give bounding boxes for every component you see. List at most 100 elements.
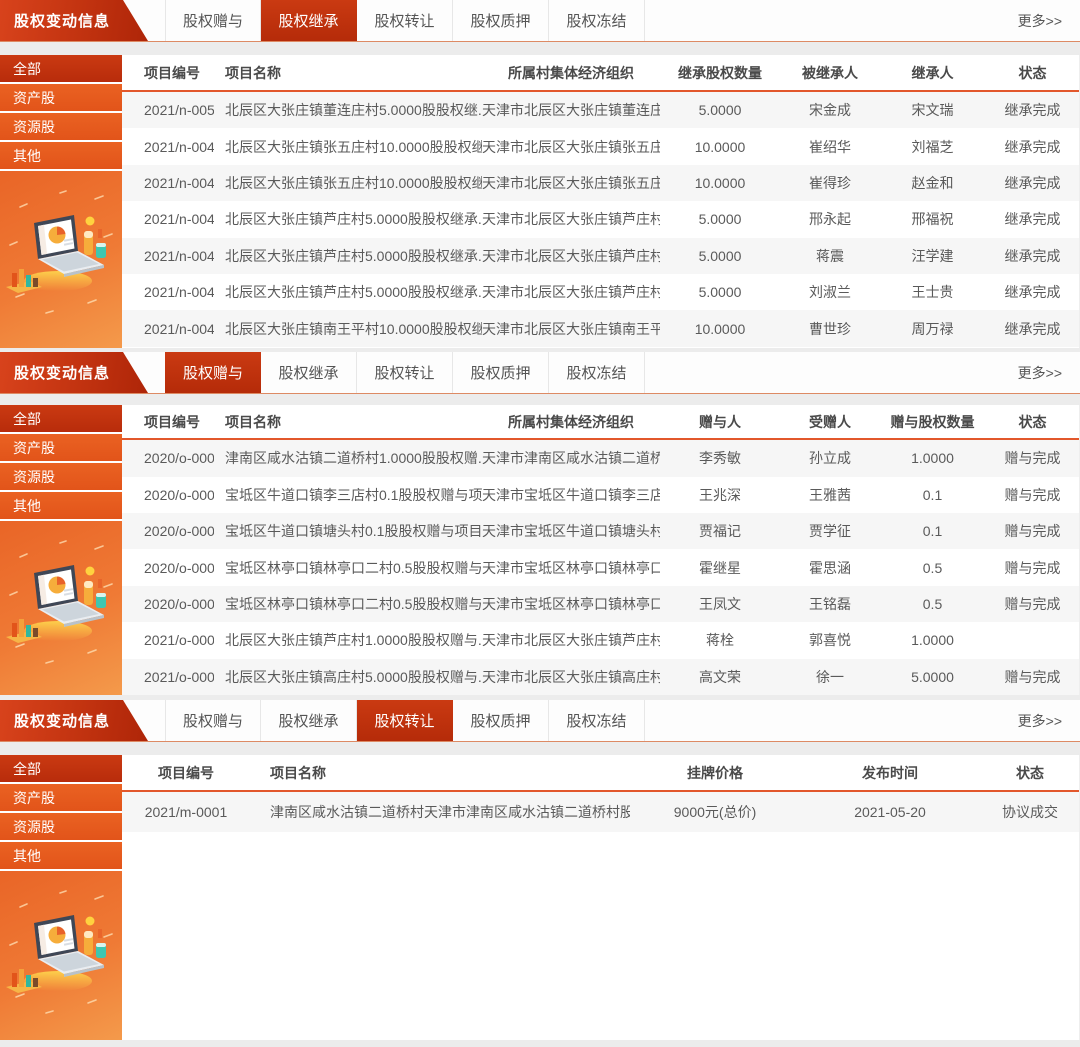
table-cell: 1.0000 (880, 450, 985, 466)
table-cell: 5.0000 (660, 284, 780, 300)
tab-4[interactable]: 股权质押 (453, 700, 549, 741)
gift-table: 项目编号项目名称所属村集体经济组织赠与人受赠人赠与股权数量状态 2020/o-0… (122, 405, 1080, 695)
table-row[interactable]: 2021/o-0007北辰区大张庄镇芦庄村1.0000股股权赠与...天津市北辰… (122, 622, 1079, 658)
table-cell: 北辰区大张庄镇芦庄村5.0000股股权继承... (214, 282, 482, 302)
sidebar-item-3[interactable]: 资源股 (0, 463, 122, 492)
table-row[interactable]: 2021/m-0001津南区咸水沽镇二道桥村天津市津南区咸水沽镇二道桥村股份经.… (122, 792, 1079, 832)
table-cell: 2020/o-0001 (122, 596, 214, 612)
column-header: 被继承人 (780, 63, 880, 83)
table-row[interactable]: 2021/n-0047北辰区大张庄镇张五庄村10.0000股股权继...天津市北… (122, 165, 1079, 201)
table-cell: 继承完成 (985, 246, 1080, 266)
table-cell: 高文荣 (660, 667, 780, 687)
table-cell: 天津市北辰区大张庄镇董连庄村股... (482, 100, 660, 120)
table-cell: 10.0000 (660, 321, 780, 337)
table-row[interactable]: 2021/n-0051北辰区大张庄镇董连庄村5.0000股股权继...天津市北辰… (122, 92, 1079, 128)
table-row[interactable]: 2020/o-0003宝坻区牛道口镇塘头村0.1股股权赠与项目天津市宝坻区牛道口… (122, 513, 1079, 549)
table-cell: 0.5 (880, 560, 985, 576)
tab-4[interactable]: 股权质押 (453, 352, 549, 393)
tab-2[interactable]: 股权继承 (261, 700, 357, 741)
table-cell: 津南区咸水沽镇二道桥村天津市津南区咸水沽镇二道桥村股份经... (250, 802, 630, 822)
table-row[interactable]: 2021/n-0044北辰区大张庄镇芦庄村5.0000股股权继承...天津市北辰… (122, 274, 1079, 310)
column-header: 挂牌价格 (630, 763, 800, 783)
tab-5[interactable]: 股权冻结 (549, 700, 645, 741)
tab-5[interactable]: 股权冻结 (549, 352, 645, 393)
tab-1[interactable]: 股权赠与 (165, 0, 261, 41)
table-cell: 0.5 (880, 596, 985, 612)
sidebar-item-4[interactable]: 其他 (0, 142, 122, 171)
column-header: 所属村集体经济组织 (482, 63, 660, 83)
table-body: 2020/o-0005津南区咸水沽镇二道桥村1.0000股股权赠...天津市津南… (122, 440, 1079, 695)
table-cell: 2021/o-0006 (122, 669, 214, 685)
table-cell: 天津市宝坻区牛道口镇塘头村股份... (482, 521, 660, 541)
table-row[interactable]: 2021/n-0046北辰区大张庄镇芦庄村5.0000股股权继承...天津市北辰… (122, 201, 1079, 237)
table-cell: 蒋栓 (660, 630, 780, 650)
sidebar-item-3[interactable]: 资源股 (0, 113, 122, 142)
table-cell: 王雅茜 (780, 485, 880, 505)
table-cell: 继承完成 (985, 100, 1080, 120)
table-row[interactable]: 2021/n-0049北辰区大张庄镇张五庄村10.0000股股权继...天津市北… (122, 128, 1079, 164)
table-row[interactable]: 2020/o-0004宝坻区牛道口镇李三店村0.1股股权赠与项目天津市宝坻区牛道… (122, 477, 1079, 513)
table-cell: 2021/n-0043 (122, 321, 214, 337)
more-link[interactable]: 更多>> (1018, 0, 1080, 41)
tab-1[interactable]: 股权赠与 (165, 700, 261, 741)
column-header: 赠与人 (660, 412, 780, 432)
table-cell: 曹世珍 (780, 319, 880, 339)
table-row[interactable]: 2020/o-0002宝坻区林亭口镇林亭口二村0.5股股权赠与...天津市宝坻区… (122, 549, 1079, 585)
sidebar-item-2[interactable]: 资产股 (0, 84, 122, 113)
section-title-flag: 股权变动信息 (0, 352, 148, 393)
sidebar-item-4[interactable]: 其他 (0, 842, 122, 871)
table-cell: 孙立成 (780, 448, 880, 468)
table-cell: 北辰区大张庄镇张五庄村10.0000股股权继... (214, 173, 482, 193)
tab-3[interactable]: 股权转让 (357, 352, 453, 393)
column-header: 所属村集体经济组织 (482, 412, 660, 432)
category-sidebar: 全部资产股资源股其他 (0, 55, 122, 348)
tab-2[interactable]: 股权继承 (261, 0, 357, 41)
table-cell: 王凤文 (660, 594, 780, 614)
analytics-illustration (0, 521, 122, 695)
table-cell: 10.0000 (660, 139, 780, 155)
table-cell: 赠与完成 (985, 521, 1080, 541)
column-header: 项目名称 (250, 763, 630, 783)
sidebar-item-2[interactable]: 资产股 (0, 784, 122, 813)
column-header: 状态 (980, 763, 1080, 783)
tab-3[interactable]: 股权转让 (357, 0, 453, 41)
more-link[interactable]: 更多>> (1018, 352, 1080, 393)
sidebar-item-1[interactable]: 全部 (0, 55, 122, 84)
table-cell: 天津市北辰区大张庄镇高庄村股份... (482, 667, 660, 687)
more-link[interactable]: 更多>> (1018, 700, 1080, 741)
tab-2[interactable]: 股权继承 (261, 352, 357, 393)
table-cell: 北辰区大张庄镇芦庄村1.0000股股权赠与... (214, 630, 482, 650)
tab-5[interactable]: 股权冻结 (549, 0, 645, 41)
table-cell: 协议成交 (980, 802, 1080, 822)
table-cell: 天津市北辰区大张庄镇芦庄村股份... (482, 630, 660, 650)
table-row[interactable]: 2021/o-0006北辰区大张庄镇高庄村5.0000股股权赠与...天津市北辰… (122, 659, 1079, 695)
sidebar-item-1[interactable]: 全部 (0, 405, 122, 434)
table-cell: 继承完成 (985, 173, 1080, 193)
table-cell: 崔得珍 (780, 173, 880, 193)
category-sidebar: 全部资产股资源股其他 (0, 755, 122, 1040)
section-header: 股权变动信息 股权赠与股权继承股权转让股权质押股权冻结 更多>> (0, 352, 1080, 394)
table-cell: 2021/n-0047 (122, 175, 214, 191)
table-cell: 赠与完成 (985, 448, 1080, 468)
table-cell: 北辰区大张庄镇董连庄村5.0000股股权继... (214, 100, 482, 120)
table-cell: 宋文瑞 (880, 100, 985, 120)
sidebar-item-4[interactable]: 其他 (0, 492, 122, 521)
table-cell: 赠与完成 (985, 667, 1080, 687)
sidebar-item-1[interactable]: 全部 (0, 755, 122, 784)
sidebar-item-3[interactable]: 资源股 (0, 813, 122, 842)
table-cell: 崔绍华 (780, 137, 880, 157)
table-cell: 徐一 (780, 667, 880, 687)
tab-4[interactable]: 股权质押 (453, 0, 549, 41)
table-row[interactable]: 2020/o-0005津南区咸水沽镇二道桥村1.0000股股权赠...天津市津南… (122, 440, 1079, 476)
sidebar-item-2[interactable]: 资产股 (0, 434, 122, 463)
section-title-flag: 股权变动信息 (0, 0, 148, 41)
table-row[interactable]: 2021/n-0043北辰区大张庄镇南王平村10.0000股股权继...天津市北… (122, 310, 1079, 346)
table-cell: 2021/n-0051 (122, 102, 214, 118)
table-row[interactable]: 2020/o-0001宝坻区林亭口镇林亭口二村0.5股股权赠与...天津市宝坻区… (122, 586, 1079, 622)
table-cell: 5.0000 (660, 248, 780, 264)
table-cell: 王兆深 (660, 485, 780, 505)
tab-1[interactable]: 股权赠与 (165, 352, 261, 393)
table-row[interactable]: 2021/n-0045北辰区大张庄镇芦庄村5.0000股股权继承...天津市北辰… (122, 238, 1079, 274)
table-cell: 赠与完成 (985, 594, 1080, 614)
tab-3[interactable]: 股权转让 (357, 700, 453, 741)
